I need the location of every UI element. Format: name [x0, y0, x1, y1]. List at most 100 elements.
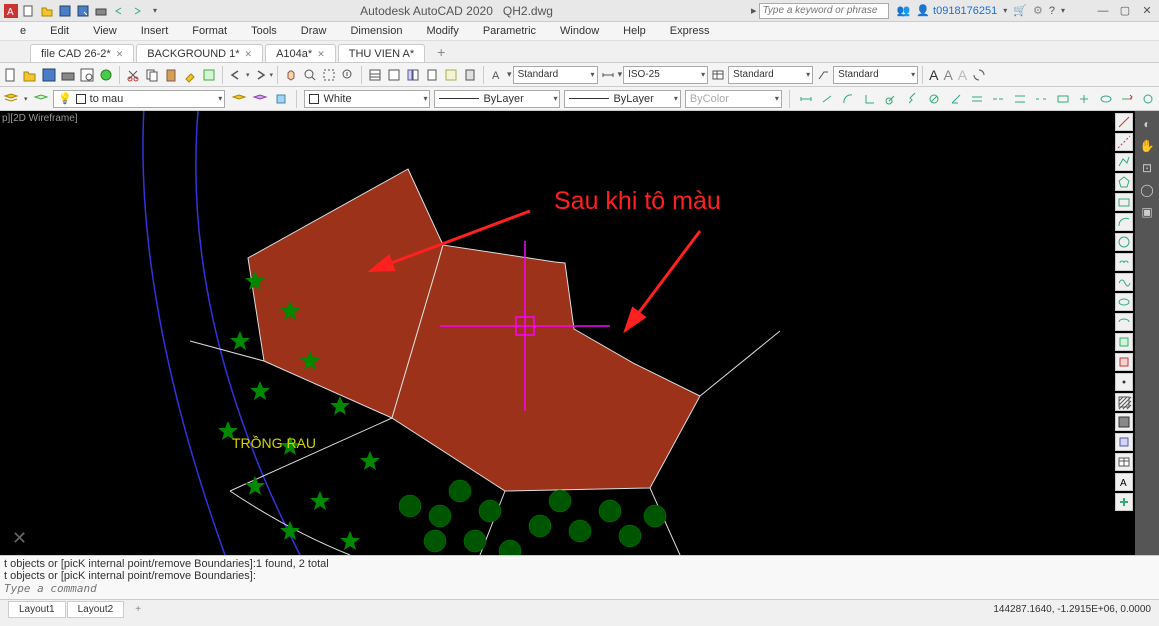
redo2-icon[interactable] — [251, 66, 269, 84]
table-tool[interactable] — [1115, 453, 1133, 471]
layerprev-icon[interactable] — [32, 90, 49, 108]
search-input[interactable] — [759, 3, 889, 19]
qnew-icon[interactable] — [2, 66, 20, 84]
tab-background[interactable]: BACKGROUND 1*✕ — [136, 44, 263, 62]
spline-tool[interactable] — [1115, 273, 1133, 291]
cart-icon[interactable]: 🛒 — [1013, 4, 1027, 17]
open2-icon[interactable] — [21, 66, 39, 84]
menu-help[interactable]: Help — [611, 23, 658, 39]
tab-close-icon[interactable]: ✕ — [245, 49, 253, 60]
text-flyout-icon[interactable]: ▾ — [507, 69, 512, 80]
table-style-icon[interactable] — [709, 66, 727, 84]
annotation-a2[interactable]: A — [941, 67, 954, 83]
app-exchange-icon[interactable]: ⚙ — [1033, 4, 1043, 17]
properties-icon[interactable] — [366, 66, 384, 84]
user-label[interactable]: 👤 t0918176251 — [916, 4, 997, 17]
tab-close-icon[interactable]: ✕ — [116, 49, 124, 60]
new-icon[interactable] — [22, 4, 36, 18]
publish-icon[interactable] — [97, 66, 115, 84]
plotstyle-dropdown[interactable]: ByColor — [685, 90, 782, 108]
menu-tools[interactable]: Tools — [239, 23, 289, 39]
dim-radius-icon[interactable] — [883, 90, 900, 108]
tablestyle-dropdown[interactable]: Standard — [728, 66, 813, 84]
tab-add-button[interactable]: + — [427, 41, 455, 62]
make-block-tool[interactable] — [1115, 353, 1133, 371]
linetype-dropdown[interactable]: ByLayer — [434, 90, 560, 108]
menu-draw[interactable]: Draw — [289, 23, 339, 39]
saveas-icon[interactable] — [76, 4, 90, 18]
minimize-button[interactable]: — — [1095, 4, 1111, 18]
undo2-icon[interactable] — [227, 66, 245, 84]
plot2-icon[interactable] — [59, 66, 77, 84]
menu-express[interactable]: Express — [658, 23, 722, 39]
tolerance-icon[interactable] — [1054, 90, 1071, 108]
zoom-extents-icon[interactable]: ⊡ — [1138, 159, 1156, 177]
dim-diameter-icon[interactable] — [925, 90, 942, 108]
dim-flyout-icon[interactable]: ▾ — [618, 69, 623, 80]
save2-icon[interactable] — [40, 66, 58, 84]
dim-spacing-icon[interactable] — [1011, 90, 1028, 108]
layer-manager-icon[interactable] — [2, 90, 20, 108]
dimstyle-dropdown[interactable]: ISO-25 — [623, 66, 708, 84]
laymcur-icon[interactable] — [251, 90, 268, 108]
layout-tab-2[interactable]: Layout2 — [67, 601, 125, 618]
ellipse-tool[interactable] — [1115, 293, 1133, 311]
annotation-a1[interactable]: A — [927, 67, 940, 83]
undo-icon[interactable] — [112, 4, 126, 18]
start-close-icon[interactable]: ✕ — [12, 528, 27, 549]
paste-icon[interactable] — [162, 66, 180, 84]
command-input[interactable] — [4, 582, 1155, 595]
dim-ordinate-icon[interactable] — [861, 90, 878, 108]
centermark-icon[interactable] — [1075, 90, 1092, 108]
circle-tool[interactable] — [1115, 233, 1133, 251]
designcenter-icon[interactable] — [385, 66, 403, 84]
tab-a104a[interactable]: A104a*✕ — [265, 44, 336, 62]
layer-flyout-icon[interactable]: ▾ — [24, 95, 28, 103]
zoomprev-icon[interactable] — [339, 66, 357, 84]
qcalc-icon[interactable] — [461, 66, 479, 84]
menu-dimension[interactable]: Dimension — [338, 23, 414, 39]
text-style-icon[interactable]: A — [488, 66, 506, 84]
dim-linear-icon[interactable] — [797, 90, 814, 108]
polyline-tool[interactable] — [1115, 153, 1133, 171]
sheetset-icon[interactable] — [423, 66, 441, 84]
menu-insert[interactable]: Insert — [129, 23, 181, 39]
undo-dropdown-icon[interactable]: ▾ — [246, 71, 250, 79]
plot-icon[interactable] — [94, 4, 108, 18]
dim-update-icon[interactable] — [1140, 90, 1157, 108]
pan-tool-icon[interactable]: ✋ — [1138, 137, 1156, 155]
layer-dropdown[interactable]: 💡 to mau — [53, 90, 225, 108]
layout-add-button[interactable]: + — [125, 602, 151, 617]
dim-style-icon[interactable] — [599, 66, 617, 84]
help-icon[interactable]: ? — [1049, 5, 1055, 17]
save-icon[interactable] — [58, 4, 72, 18]
zoomwin-icon[interactable] — [320, 66, 338, 84]
signin-icon[interactable]: 👥 — [897, 4, 911, 17]
help-dropdown-icon[interactable]: ▾ — [1061, 6, 1065, 15]
arc-tool[interactable] — [1115, 213, 1133, 231]
user-dropdown-icon[interactable]: ▾ — [1003, 6, 1007, 15]
close-button[interactable]: ✕ — [1139, 4, 1155, 18]
region-tool[interactable] — [1115, 433, 1133, 451]
insert-block-tool[interactable] — [1115, 333, 1133, 351]
layout-tab-1[interactable]: Layout1 — [8, 601, 66, 618]
menu-e[interactable]: e — [8, 23, 38, 39]
orbit-icon[interactable]: ◯ — [1138, 181, 1156, 199]
dim-baseline-icon[interactable] — [968, 90, 985, 108]
markup-icon[interactable] — [442, 66, 460, 84]
nav-wheel-icon[interactable]: ◐ — [1138, 115, 1156, 133]
toolpalettes-icon[interactable] — [404, 66, 422, 84]
redo-icon[interactable] — [130, 4, 144, 18]
rectangle-tool[interactable] — [1115, 193, 1133, 211]
mleaderstyle-dropdown[interactable]: Standard — [833, 66, 918, 84]
matchprop-icon[interactable] — [181, 66, 199, 84]
construction-line-tool[interactable] — [1115, 133, 1133, 151]
dim-arc-icon[interactable] — [840, 90, 857, 108]
inspection-icon[interactable] — [1097, 90, 1114, 108]
dim-jogged-icon[interactable] — [904, 90, 921, 108]
mtext-tool[interactable]: A — [1115, 473, 1133, 491]
point-tool[interactable] — [1115, 373, 1133, 391]
qat-dropdown-icon[interactable]: ▾ — [148, 4, 162, 18]
menu-format[interactable]: Format — [180, 23, 239, 39]
mleader-icon[interactable] — [814, 66, 832, 84]
